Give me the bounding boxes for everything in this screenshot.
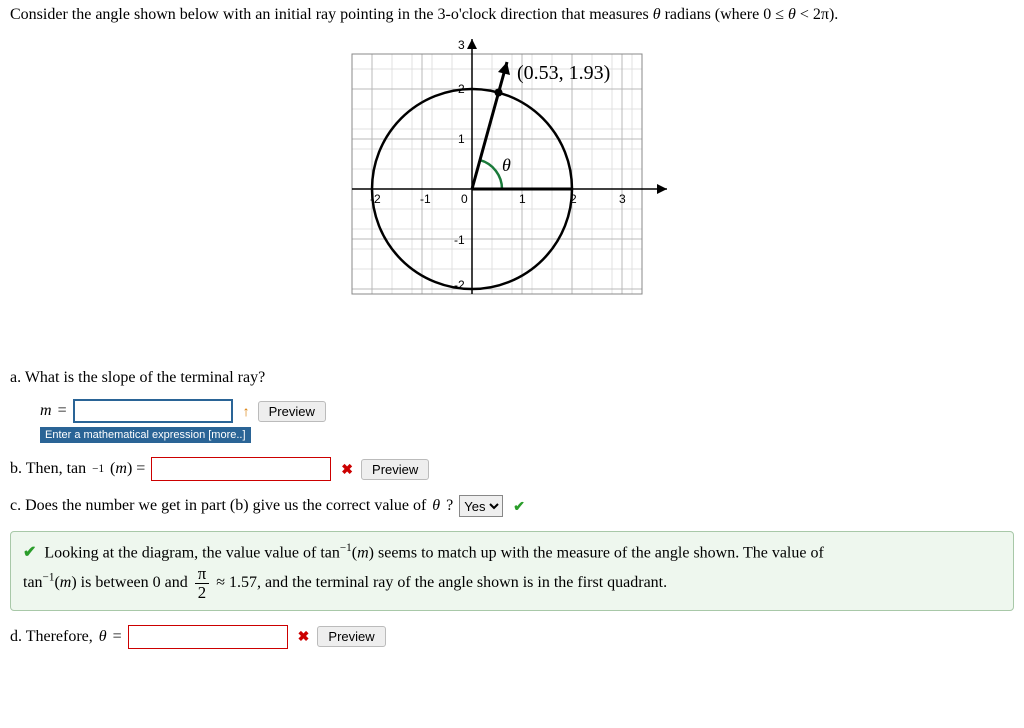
part-c-text-1: c. Does the number we get in part (b) gi…	[10, 497, 426, 515]
prompt-theta2: θ	[788, 6, 796, 23]
part-a-var: m	[40, 402, 52, 420]
prompt-text-3: < 2π).	[796, 6, 838, 23]
feedback-line1a: Looking at the diagram, the value value …	[44, 544, 339, 561]
correct-icon: ✔	[513, 498, 525, 515]
svg-text:1: 1	[519, 192, 526, 206]
prompt-text-2: radians (where 0 ≤	[661, 6, 788, 23]
svg-text:θ: θ	[502, 155, 511, 175]
prompt-text-1: Consider the angle shown below with an i…	[10, 6, 653, 23]
part-b: b. Then, tan −1 (m) = ✖ Preview	[10, 457, 1014, 481]
feedback-exp-1: −1	[340, 542, 352, 554]
input-hint[interactable]: Enter a mathematical expression [more..]	[40, 427, 251, 443]
feedback-exp-2: −1	[43, 572, 55, 584]
frac-den: 2	[195, 584, 209, 602]
part-d-preview-button[interactable]: Preview	[317, 626, 385, 647]
feedback-line1b: (m) seems to match up with the measure o…	[352, 544, 824, 561]
svg-text:-1: -1	[420, 192, 431, 206]
svg-text:-1: -1	[454, 233, 465, 247]
part-b-preview-button[interactable]: Preview	[361, 459, 429, 480]
feedback-line2c: ≈ 1.57, and the terminal ray of the angl…	[216, 574, 667, 591]
part-c: c. Does the number we get in part (b) gi…	[10, 495, 1014, 517]
part-c-select[interactable]: Yes No	[459, 495, 503, 517]
part-c-theta: θ	[432, 497, 440, 515]
part-d-prefix: d. Therefore,	[10, 628, 93, 646]
part-a-label: a. What is the slope of the terminal ray…	[10, 369, 1014, 387]
part-d: d. Therefore, θ = ✖ Preview	[10, 625, 1014, 649]
part-d-input[interactable]	[128, 625, 288, 649]
svg-text:3: 3	[458, 38, 465, 52]
fraction-pi-over-2: π2	[195, 565, 209, 601]
part-b-arg: (m) =	[110, 460, 145, 478]
frac-num: π	[195, 565, 209, 584]
part-d-theta: θ	[99, 628, 107, 646]
svg-text:(0.53, 1.93): (0.53, 1.93)	[517, 62, 610, 84]
part-d-equals: =	[113, 628, 122, 646]
svg-text:0: 0	[461, 192, 468, 206]
feedback-line2b: (m) is between 0 and	[54, 574, 191, 591]
part-a-preview-button[interactable]: Preview	[258, 401, 326, 422]
check-icon: ✔	[23, 544, 36, 561]
svg-text:-2: -2	[454, 278, 465, 292]
svg-text:1: 1	[458, 132, 465, 146]
part-b-exp: −1	[92, 463, 104, 475]
question-prompt: Consider the angle shown below with an i…	[10, 6, 1014, 24]
part-a-equals: =	[58, 402, 67, 420]
prompt-theta: θ	[653, 6, 661, 23]
feedback-line2a: tan	[23, 574, 43, 591]
part-b-prefix: b. Then, tan	[10, 460, 86, 478]
angle-diagram: -2 -1 0 1 2 3 1 2 3 -1 -2 θ (0.53, 1.93)	[10, 34, 1014, 349]
part-a-input[interactable]	[73, 399, 233, 423]
part-a: a. What is the slope of the terminal ray…	[10, 369, 1014, 443]
wrong-icon: ✖	[341, 461, 353, 478]
part-b-input[interactable]	[151, 457, 331, 481]
part-c-text-2: ?	[446, 497, 453, 515]
feedback-box: ✔ Looking at the diagram, the value valu…	[10, 531, 1014, 611]
wrong-icon-d: ✖	[298, 628, 310, 645]
pending-icon: ↑	[243, 403, 250, 419]
svg-text:3: 3	[619, 192, 626, 206]
